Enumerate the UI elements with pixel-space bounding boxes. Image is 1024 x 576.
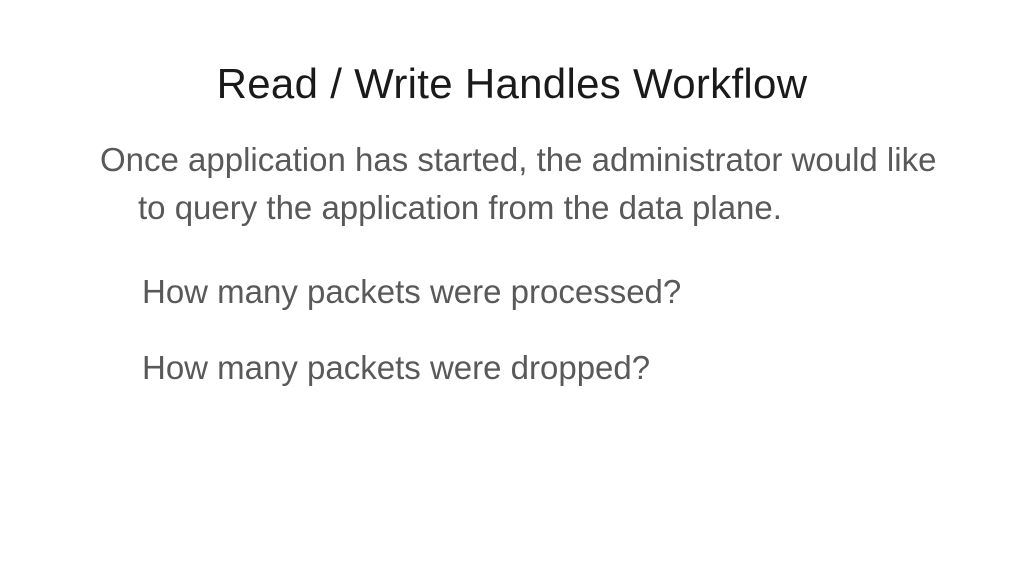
slide-description: Once application has started, the admini… [138,136,944,232]
question-2: How many packets were dropped? [142,344,944,392]
question-1: How many packets were processed? [142,268,944,316]
slide-title: Read / Write Handles Workflow [80,60,944,108]
slide-container: Read / Write Handles Workflow Once appli… [0,0,1024,576]
